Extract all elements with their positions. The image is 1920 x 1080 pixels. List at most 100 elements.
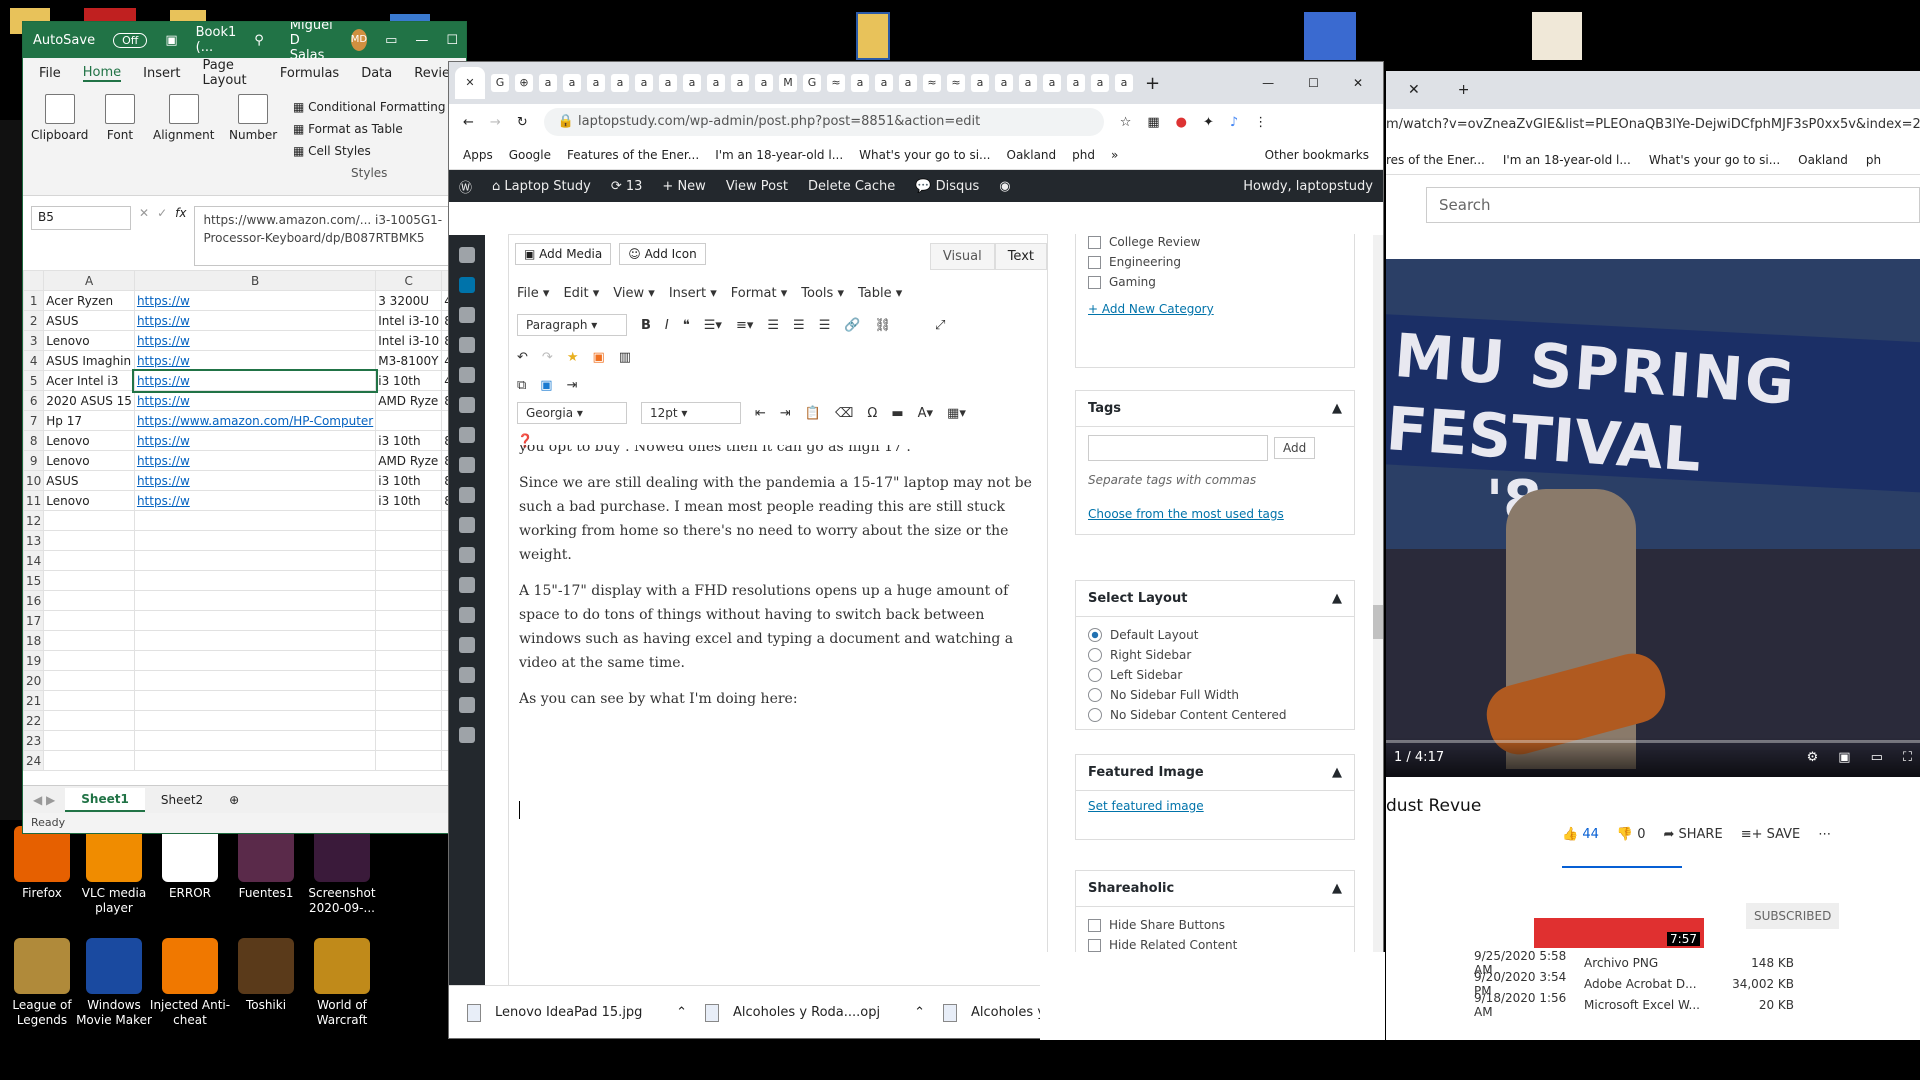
- cell[interactable]: [43, 650, 135, 671]
- miniplayer-icon[interactable]: ▣: [1838, 750, 1850, 765]
- eye-icon[interactable]: ◉: [999, 179, 1010, 194]
- new-tab-icon[interactable]: +: [1458, 82, 1470, 98]
- ribbon-display-icon[interactable]: ▭: [385, 33, 397, 48]
- row-header[interactable]: 19: [23, 650, 45, 671]
- radio-button[interactable]: [1088, 628, 1102, 642]
- italic-icon[interactable]: I: [665, 318, 669, 333]
- cell[interactable]: [375, 630, 443, 651]
- video-player[interactable]: MU SPRING FESTIVAL '8 1 / 4:17 ⚙ ▣ ▭ ⛶: [1386, 259, 1920, 777]
- browser-tab[interactable]: a: [899, 74, 917, 92]
- cell[interactable]: [133, 510, 377, 531]
- browser-tab[interactable]: a: [1043, 74, 1061, 92]
- browser-tab[interactable]: a: [995, 74, 1013, 92]
- row-header[interactable]: 8: [23, 430, 45, 451]
- desktop-icon[interactable]: ERROR: [148, 826, 232, 901]
- bookmark-item[interactable]: What's your go to si...: [1649, 153, 1780, 167]
- file-row[interactable]: 9/18/2020 1:56 AM Microsoft Excel W... 20 …: [1386, 991, 1920, 1019]
- browser-tab[interactable]: a: [539, 74, 557, 92]
- profile-icon[interactable]: ♪: [1230, 115, 1238, 130]
- post-content[interactable]: you opt to buy . Nowed ones then it can …: [519, 445, 1039, 985]
- download-item[interactable]: Lenovo IdeaPad 15.jpg ⌃: [467, 1003, 687, 1022]
- sheet-tab[interactable]: Sheet2: [145, 789, 219, 811]
- cell[interactable]: 3 3200U: [375, 290, 443, 311]
- browser-tab[interactable]: a: [1019, 74, 1037, 92]
- admin-menu-icon[interactable]: [459, 277, 475, 293]
- cell[interactable]: [375, 550, 443, 571]
- row-header[interactable]: 6: [23, 390, 45, 411]
- cell[interactable]: i3 10th: [375, 370, 443, 391]
- hr-icon[interactable]: ▬: [891, 406, 903, 421]
- menu-item[interactable]: Page Layout: [202, 58, 257, 88]
- row-header[interactable]: 15: [23, 570, 45, 591]
- cell[interactable]: [43, 570, 135, 591]
- cell[interactable]: Acer Ryzen: [43, 290, 135, 311]
- close-icon[interactable]: ✕: [1339, 76, 1377, 90]
- browser-tab[interactable]: ⊕: [515, 74, 533, 92]
- bookmark-item[interactable]: Oakland: [1798, 153, 1848, 167]
- enter-icon[interactable]: ✓: [157, 206, 167, 220]
- browser-tab[interactable]: M: [779, 74, 797, 92]
- admin-menu-icon[interactable]: [459, 697, 475, 713]
- theater-icon[interactable]: ▭: [1871, 750, 1883, 765]
- menu-item[interactable]: File: [39, 66, 61, 81]
- browser-tab[interactable]: a: [1091, 74, 1109, 92]
- row-header[interactable]: 17: [23, 610, 45, 631]
- admin-menu-icon[interactable]: [459, 247, 475, 263]
- desktop-icon-word[interactable]: [856, 12, 890, 60]
- page-scrollbar[interactable]: [1373, 235, 1383, 985]
- cell[interactable]: ASUS: [43, 470, 135, 491]
- cell[interactable]: https://w: [133, 330, 377, 351]
- dislike-button[interactable]: 👎 0: [1617, 827, 1646, 842]
- most-used-tags-link[interactable]: Choose from the most used tags: [1088, 507, 1342, 521]
- cell[interactable]: [43, 550, 135, 571]
- row-header[interactable]: 5: [23, 370, 45, 391]
- column-header[interactable]: A: [43, 270, 135, 291]
- clipboard-group[interactable]: Clipboard: [31, 94, 88, 142]
- puzzle-icon[interactable]: ✦: [1203, 115, 1214, 130]
- select-all[interactable]: [23, 270, 45, 291]
- bookmark-item[interactable]: Other bookmarks: [1265, 148, 1369, 162]
- redo-icon[interactable]: ↷: [542, 350, 553, 365]
- cell[interactable]: [43, 630, 135, 651]
- like-button[interactable]: 👍 44: [1562, 827, 1599, 842]
- desktop-icon[interactable]: VLC media player: [72, 826, 156, 916]
- menu-item[interactable]: Revie: [414, 66, 450, 81]
- editor-menu-item[interactable]: View ▾: [613, 286, 655, 301]
- cell[interactable]: [375, 590, 443, 611]
- howdy-link[interactable]: Howdy, laptopstudy: [1243, 179, 1373, 194]
- cell[interactable]: [375, 610, 443, 631]
- fx-icon[interactable]: fx: [175, 206, 186, 220]
- shortcode-icon[interactable]: ⧉: [517, 378, 526, 393]
- cell[interactable]: M3-8100Y: [375, 350, 443, 371]
- radio-button[interactable]: [1088, 708, 1102, 722]
- disqus-link[interactable]: 💬 Disqus: [915, 179, 979, 194]
- cell[interactable]: [133, 630, 377, 651]
- settings-icon[interactable]: ⚙: [1807, 750, 1819, 765]
- cell[interactable]: Lenovo: [43, 450, 135, 471]
- new-tab-icon[interactable]: +: [1145, 73, 1160, 94]
- formula-input[interactable]: https://www.amazon.com/... i3-1005G1-Pro…: [194, 206, 460, 266]
- cell[interactable]: [375, 570, 443, 591]
- search-icon[interactable]: ⚲: [254, 33, 264, 48]
- checkbox[interactable]: [1088, 938, 1101, 952]
- browser-tab[interactable]: ✕: [455, 67, 485, 99]
- sheet-tab[interactable]: Sheet1: [65, 787, 145, 812]
- extension-icon-2[interactable]: ●: [1176, 115, 1187, 130]
- tab-close-icon[interactable]: ✕: [1408, 82, 1420, 98]
- add-media-button[interactable]: ▣ Add Media: [515, 243, 612, 265]
- cell[interactable]: https://w: [132, 368, 378, 393]
- cell[interactable]: [133, 570, 377, 591]
- tag-input[interactable]: [1088, 435, 1268, 461]
- cell[interactable]: https://w: [133, 290, 377, 311]
- cell[interactable]: Intel i3-10: [375, 310, 443, 331]
- cell[interactable]: [43, 750, 135, 771]
- cell[interactable]: AMD Ryze: [375, 450, 443, 471]
- layout-option[interactable]: No Sidebar Full Width: [1088, 685, 1342, 705]
- autosave-toggle[interactable]: Off: [113, 32, 148, 48]
- wordpress-icon[interactable]: Ⓦ: [459, 177, 472, 196]
- bookmark-item[interactable]: What's your go to si...: [859, 148, 990, 162]
- format-as-table-button[interactable]: ▦ Format as Table: [293, 118, 445, 140]
- editor-menu-item[interactable]: File ▾: [517, 286, 549, 301]
- row-header[interactable]: 24: [23, 750, 45, 771]
- row-header[interactable]: 16: [23, 590, 45, 611]
